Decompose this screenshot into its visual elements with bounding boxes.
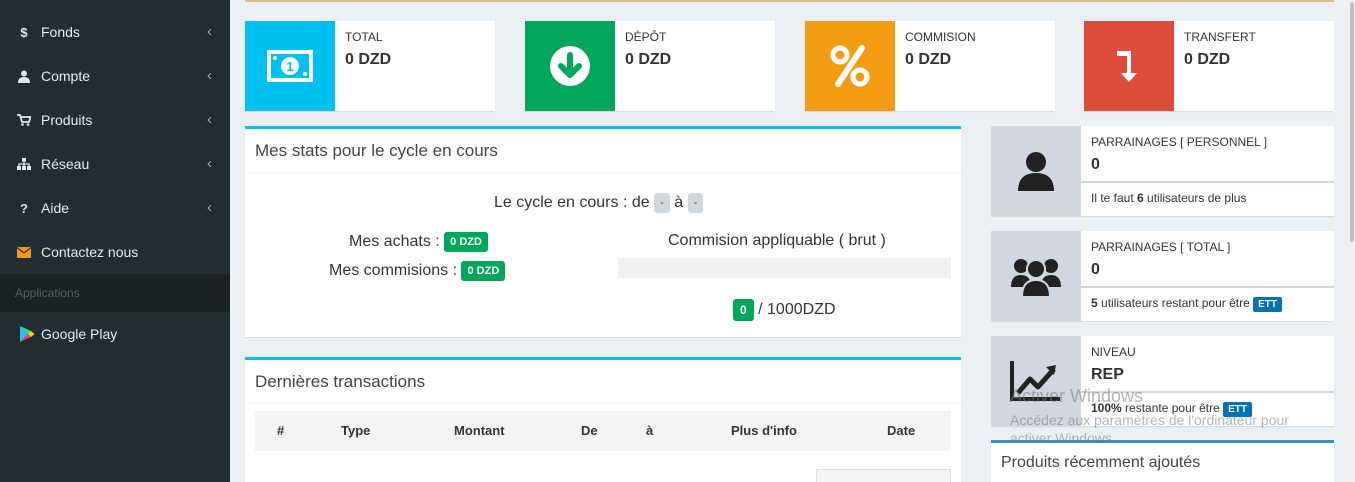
commisions-label: Mes commisions : (329, 262, 458, 280)
achats-row: Mes achats : 0 DZD (349, 232, 488, 252)
svg-text:1: 1 (286, 59, 293, 74)
sidebar-item-label: Google Play (41, 326, 118, 342)
sidebar-item-aide[interactable]: ? Aide ‹ (0, 186, 230, 230)
windows-watermark-title: Activer Windows (1010, 386, 1144, 406)
chevron-left-icon: ‹ (207, 199, 212, 216)
sitemap-icon (17, 158, 31, 170)
achats-label: Mes achats : (349, 233, 440, 251)
sidebar-item-label: Compte (41, 68, 91, 84)
stats-panel: Mes stats pour le cycle en cours Le cycl… (245, 126, 961, 337)
percent-icon (805, 21, 895, 111)
scrollbar-thumb[interactable] (1350, 2, 1354, 242)
side-box-divider (1081, 181, 1334, 183)
sidebar-item-label: Réseau (41, 156, 90, 172)
google-play-icon (19, 325, 35, 343)
transactions-panel: Dernières transactions # Type Montant De… (245, 357, 961, 482)
sidebar: $ Fonds ‹ Compte ‹ Produits ‹ Réseau ‹ ?… (0, 0, 230, 482)
sidebar-item-produits[interactable]: Produits ‹ (0, 98, 230, 142)
info-box-total: 1 TOTAL 0 DZD (245, 21, 495, 111)
sidebar-section-header: Applications (0, 274, 230, 312)
commision-progress-track (618, 258, 951, 278)
side-box-parrainages-total: PARRAINAGES [ TOTAL ] 0 5 utilisateurs r… (991, 231, 1334, 321)
info-box-value: 0 DZD (1184, 51, 1231, 68)
recent-products-panel: Produits récemment ajoutés (991, 440, 1334, 482)
user-icon (991, 126, 1081, 216)
sidebar-item-fonds[interactable]: $ Fonds ‹ (0, 10, 230, 54)
cycle-label: Le cycle en cours : de (494, 194, 650, 212)
sidebar-item-reseau[interactable]: Réseau ‹ (0, 142, 230, 186)
achats-value-badge: 0 DZD (444, 232, 488, 252)
side-box-value: REP (1091, 366, 1124, 383)
chevron-left-icon: ‹ (207, 155, 212, 172)
scrollbar[interactable] (1349, 0, 1355, 482)
column-header[interactable]: Date (887, 423, 915, 438)
info-box-value: 0 DZD (625, 51, 672, 68)
transactions-panel-title: Dernières transactions (255, 372, 426, 391)
column-header[interactable]: De (581, 423, 598, 438)
side-box-parrainages-personnel: PARRAINAGES [ PERSONNEL ] 0 Il te faut 6… (991, 126, 1334, 216)
commisions-value-badge: 0 DZD (461, 261, 506, 281)
envelope-icon (17, 246, 31, 258)
side-box-label: NIVEAU (1091, 345, 1136, 359)
info-box-label: TRANSFERT (1184, 30, 1256, 44)
users-icon (991, 231, 1081, 321)
chevron-left-icon: ‹ (207, 67, 212, 84)
level-down-icon (1084, 21, 1174, 111)
ett-badge: ETT (1253, 297, 1282, 312)
side-box-label: PARRAINAGES [ TOTAL ] (1091, 240, 1231, 254)
side-box-value: 0 (1091, 156, 1100, 173)
progress-row: 0 / 1000DZD (733, 299, 836, 321)
chevron-left-icon: ‹ (207, 111, 212, 128)
windows-watermark-text: Accédez aux paramètres de l'ordinateur p… (1010, 412, 1289, 428)
sidebar-item-contact[interactable]: Contactez nous (0, 230, 230, 274)
sidebar-item-label: Produits (41, 112, 93, 128)
cycle-to-badge: - (687, 193, 704, 213)
divider (245, 172, 961, 173)
content-top-border (245, 0, 1334, 2)
column-header[interactable]: # (277, 423, 284, 438)
dollar-icon: $ (20, 24, 28, 40)
info-box-transfert: TRANSFERT 0 DZD (1084, 21, 1334, 111)
column-header[interactable]: Montant (454, 423, 505, 438)
info-box-depot: DÉPÔT 0 DZD (525, 21, 775, 111)
user-icon (17, 70, 31, 83)
cycle-row: Le cycle en cours : de - à - (494, 193, 704, 213)
side-box-description: 5 utilisateurs restant pour être ETT (1091, 296, 1282, 312)
sidebar-item-google-play[interactable]: Google Play (0, 312, 230, 356)
transactions-table-header: # Type Montant De à Plus d'info Date (255, 411, 951, 451)
cycle-separator: à (674, 194, 684, 212)
side-box-divider (1081, 286, 1334, 288)
question-icon: ? (20, 200, 28, 216)
windows-watermark-text: activer Windows. (1010, 430, 1116, 446)
info-box-label: DÉPÔT (625, 30, 667, 44)
info-box-label: COMMISION (905, 30, 976, 44)
sidebar-item-compte[interactable]: Compte ‹ (0, 54, 230, 98)
recent-products-title: Produits récemment ajoutés (1001, 454, 1201, 471)
commision-applicable-label: Commision appliquable ( brut ) (668, 232, 886, 249)
side-box-value: 0 (1091, 261, 1100, 278)
info-box-commision: COMMISION 0 DZD (805, 21, 1055, 111)
column-header[interactable]: Plus d'info (731, 423, 797, 438)
column-header[interactable]: à (646, 423, 653, 438)
commisions-row: Mes commisions : 0 DZD (329, 261, 506, 281)
progress-total: / 1000DZD (758, 301, 836, 319)
column-header[interactable]: Type (341, 423, 370, 438)
sidebar-item-label: Aide (41, 200, 70, 216)
sidebar-item-label: Fonds (41, 24, 80, 40)
info-box-value: 0 DZD (345, 51, 392, 68)
divider (245, 403, 961, 404)
side-box-description: Il te faut 6 utilisateurs de plus (1091, 191, 1247, 205)
chevron-left-icon: ‹ (207, 23, 212, 40)
cycle-from-badge: - (654, 193, 670, 213)
money-icon: 1 (245, 21, 335, 111)
cart-icon (17, 114, 31, 126)
info-box-label: TOTAL (345, 30, 383, 44)
table-footer-button[interactable] (816, 469, 951, 482)
side-box-label: PARRAINAGES [ PERSONNEL ] (1091, 135, 1268, 149)
arrow-down-circle-icon (525, 21, 615, 111)
progress-value-badge: 0 (733, 299, 754, 321)
sidebar-item-label: Contactez nous (41, 244, 139, 260)
stats-panel-title: Mes stats pour le cycle en cours (255, 141, 498, 160)
info-box-value: 0 DZD (905, 51, 952, 68)
